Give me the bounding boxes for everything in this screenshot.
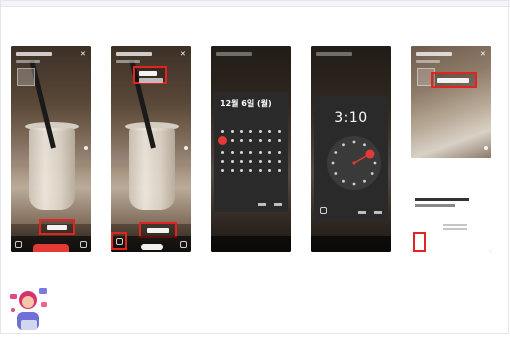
highlighted-gallery-button[interactable] bbox=[111, 232, 127, 250]
date-text-chip-2 bbox=[139, 78, 163, 83]
clock-face-svg bbox=[331, 140, 377, 186]
bottom-toolbar bbox=[211, 236, 291, 252]
slider-handle[interactable] bbox=[84, 146, 88, 150]
story-caption-subline bbox=[416, 60, 440, 63]
character-svg bbox=[10, 288, 47, 330]
highlighted-date-text[interactable] bbox=[133, 66, 167, 84]
applied-date-chip bbox=[437, 78, 469, 83]
ok-button[interactable] bbox=[374, 211, 382, 214]
slider-handle[interactable] bbox=[184, 146, 188, 150]
date-sticker-chip bbox=[47, 225, 67, 230]
screen-step-3: 12월 6일 (월) bbox=[211, 46, 291, 252]
story-caption-line bbox=[216, 52, 252, 56]
selected-day[interactable] bbox=[218, 136, 228, 145]
screen-step-4: 3:10 bbox=[311, 46, 391, 252]
cancel-button[interactable] bbox=[258, 203, 266, 206]
post-subtitle-line bbox=[415, 204, 455, 207]
screen-step-5: ✕ bbox=[411, 46, 491, 252]
screen-step-2: ✕ bbox=[111, 46, 191, 252]
keyboard-icon[interactable] bbox=[320, 207, 327, 214]
highlighted-bottom-left-button[interactable] bbox=[413, 232, 426, 252]
close-icon[interactable]: ✕ bbox=[480, 51, 486, 58]
sticker-icon[interactable] bbox=[180, 241, 187, 248]
sticker-icon[interactable] bbox=[80, 241, 87, 248]
story-caption-subline bbox=[16, 60, 40, 63]
story-caption-line bbox=[116, 52, 152, 56]
dialog-actions bbox=[258, 203, 282, 206]
camera-switch-icon[interactable] bbox=[15, 241, 22, 248]
shutter-tab[interactable] bbox=[141, 244, 163, 250]
character-illustration bbox=[5, 280, 53, 335]
clock-face[interactable] bbox=[327, 136, 381, 190]
post-title-line bbox=[415, 198, 469, 201]
page-top-strip bbox=[0, 0, 510, 7]
time-picker-dialog: 3:10 bbox=[314, 96, 388, 220]
bottom-toolbar bbox=[311, 236, 391, 252]
story-caption-line bbox=[416, 52, 452, 56]
cancel-button[interactable] bbox=[358, 211, 366, 214]
date-picker-dialog: 12월 6일 (월) bbox=[214, 92, 288, 212]
date-text-chip bbox=[139, 71, 157, 76]
calendar-month-header bbox=[214, 116, 288, 124]
dialog-actions bbox=[358, 211, 382, 214]
ok-button[interactable] bbox=[274, 203, 282, 206]
close-icon[interactable]: ✕ bbox=[180, 51, 186, 58]
story-caption-subline bbox=[116, 60, 140, 63]
highlighted-applied-date[interactable] bbox=[431, 72, 477, 88]
story-caption-line bbox=[316, 52, 352, 56]
shutter-tab[interactable] bbox=[33, 244, 69, 252]
post-meta bbox=[443, 224, 467, 234]
highlighted-date-sticker-button[interactable] bbox=[39, 219, 75, 235]
calendar-title: 12월 6일 (월) bbox=[220, 99, 272, 108]
calendar-grid[interactable] bbox=[218, 130, 284, 172]
close-icon[interactable]: ✕ bbox=[80, 51, 86, 58]
story-caption-line bbox=[16, 52, 52, 56]
gallery-icon bbox=[116, 238, 123, 245]
done-chip bbox=[147, 228, 169, 233]
time-display[interactable]: 3:10 bbox=[314, 110, 388, 126]
thumbnail-preview[interactable] bbox=[17, 68, 35, 86]
slider-handle[interactable] bbox=[484, 146, 488, 150]
screen-step-1: ✕ bbox=[11, 46, 91, 252]
